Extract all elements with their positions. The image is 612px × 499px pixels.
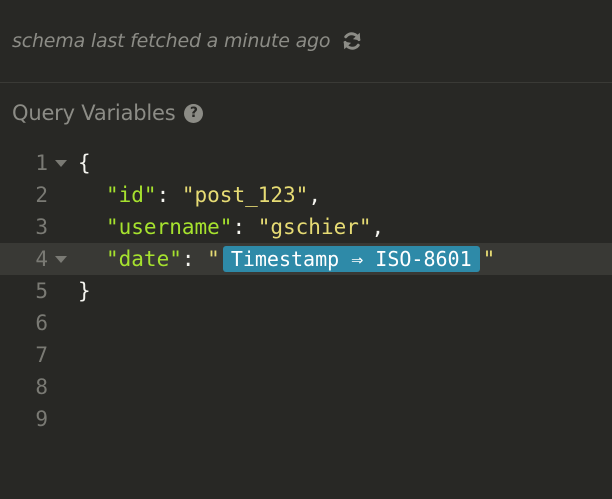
json-key: "date" [106, 247, 182, 271]
code-line[interactable]: 5 } [0, 275, 612, 307]
schema-status-bar: schema last fetched a minute ago [0, 0, 612, 83]
query-variables-title: Query Variables [12, 101, 176, 125]
json-colon: : [232, 215, 258, 239]
line-number: 8 [35, 375, 48, 399]
line-number: 7 [35, 343, 48, 367]
json-value: "post_123" [181, 183, 309, 207]
open-brace: { [78, 151, 91, 175]
json-key: "username" [106, 215, 233, 239]
question-circle-icon[interactable]: ? [184, 103, 204, 123]
code-line[interactable]: 2 "id": "post_123", [0, 179, 612, 211]
code-line[interactable]: 1 { [0, 147, 612, 179]
line-number: 6 [35, 311, 48, 335]
json-colon: : [156, 183, 182, 207]
json-quote: " [207, 247, 220, 271]
code-line[interactable]: 6 [0, 307, 612, 339]
code-line[interactable]: 3 "username": "gschier", [0, 211, 612, 243]
json-quote: " [482, 247, 496, 271]
json-colon: : [181, 247, 208, 271]
line-number: 4 [35, 247, 48, 271]
json-value: "gschier" [257, 215, 372, 239]
template-tag[interactable]: Timestamp ⇒ ISO-8601 [222, 246, 480, 272]
close-brace: } [78, 279, 91, 303]
variables-editor[interactable]: 1 { 2 "id": "post_123", 3 "username": "g… [0, 147, 612, 435]
line-number: 1 [35, 151, 48, 175]
refresh-icon[interactable] [340, 29, 364, 53]
schema-status-text: schema last fetched a minute ago [12, 30, 331, 52]
code-line[interactable]: 9 [0, 403, 612, 435]
code-line-active[interactable]: 4 "date": " Timestamp ⇒ ISO-8601 " [0, 243, 612, 275]
line-number: 3 [35, 215, 48, 239]
fold-arrow-icon[interactable] [55, 160, 67, 167]
code-line[interactable]: 7 [0, 339, 612, 371]
json-comma: , [308, 183, 321, 207]
query-variables-header: Query Variables ? [12, 94, 204, 132]
line-number: 9 [35, 407, 48, 431]
json-key: "id" [106, 183, 157, 207]
fold-arrow-icon[interactable] [55, 256, 67, 263]
line-number: 2 [35, 183, 48, 207]
json-comma: , [371, 215, 385, 239]
line-number: 5 [35, 279, 48, 303]
code-line[interactable]: 8 [0, 371, 612, 403]
